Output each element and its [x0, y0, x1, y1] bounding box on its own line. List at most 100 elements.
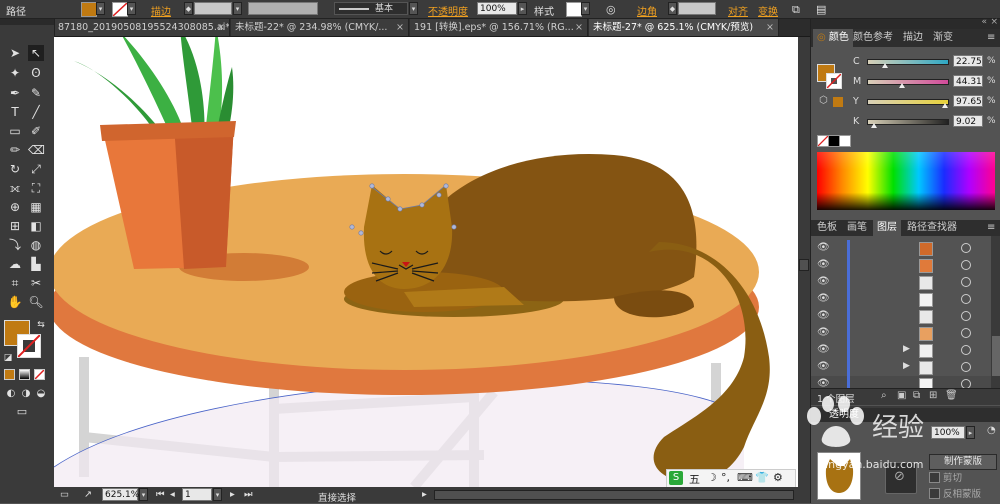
graph-tool-icon[interactable]: ▙	[28, 256, 44, 272]
color-spectrum[interactable]	[817, 152, 995, 210]
tab-document-active[interactable]: 未标题-27* @ 625.1% (CMYK/预览) ×	[589, 19, 779, 36]
zoom-dropdown[interactable]: ▾	[139, 488, 148, 501]
width-tool-icon[interactable]: ⟗	[7, 180, 23, 196]
target-circle-icon[interactable]	[961, 311, 971, 321]
toolbar-grip[interactable]	[0, 19, 54, 25]
invert-mask-checkbox[interactable]	[929, 488, 940, 499]
white-color-icon[interactable]	[839, 135, 851, 147]
stroke-swatch[interactable]	[112, 2, 128, 17]
rectangle-tool-icon[interactable]: ▭	[7, 123, 23, 139]
target-circle-icon[interactable]	[961, 294, 971, 304]
eyedropper-icon[interactable]: ⤵	[7, 237, 23, 253]
make-mask-button[interactable]: 制作蒙版	[929, 454, 997, 470]
transparency-opacity-field[interactable]: 100%	[931, 426, 965, 439]
draw-behind-icon[interactable]: ◑	[18, 386, 34, 402]
collapse-dock-icon[interactable]: «	[981, 17, 987, 27]
channel-value-field[interactable]: 97.65	[953, 95, 983, 107]
prev-artboard-icon[interactable]: ◂	[170, 489, 175, 500]
ime-keyboard-icon[interactable]: ⌨	[737, 471, 753, 484]
visibility-eye-icon[interactable]: 👁︎	[817, 276, 830, 287]
isolate-icon[interactable]: ⧉	[792, 3, 800, 17]
mesh-tool-icon[interactable]: ⊞	[7, 218, 23, 234]
zoom-field[interactable]: 625.1%	[102, 488, 139, 501]
artboard-canvas[interactable]: S 五 ☽ °, ⌨ 👕 ⚙	[54, 37, 798, 487]
curvature-tool-icon[interactable]: ✎	[28, 85, 44, 101]
rotate-tool-icon[interactable]: ↻	[7, 161, 23, 177]
type-tool-icon[interactable]: T	[7, 104, 23, 120]
zoom-menu-icon[interactable]: ▭	[60, 489, 69, 500]
graphic-style-dropdown[interactable]: ▾	[581, 2, 590, 15]
fill-swatch[interactable]	[81, 2, 97, 17]
dock-header[interactable]: « ×	[811, 17, 1000, 29]
visibility-eye-icon[interactable]: 👁︎	[817, 310, 830, 321]
ime-toolbar[interactable]: S 五 ☽ °, ⌨ 👕 ⚙	[666, 469, 796, 487]
target-circle-icon[interactable]	[961, 277, 971, 287]
channel-slider-track[interactable]	[867, 119, 949, 125]
opacity-label[interactable]: 不透明度	[428, 3, 468, 18]
corner-stepper[interactable]: ◆	[668, 2, 677, 15]
layers-scrollbar[interactable]	[991, 236, 1000, 390]
close-icon[interactable]: ×	[575, 19, 583, 36]
ime-logo-icon[interactable]: S	[669, 471, 683, 485]
layer-row[interactable]: 👁︎	[811, 240, 991, 258]
visibility-eye-icon[interactable]: 👁︎	[817, 293, 830, 304]
delete-layer-icon[interactable]: 🗑︎	[945, 390, 958, 401]
visibility-eye-icon[interactable]: 👁︎	[817, 344, 830, 355]
tab-document-3[interactable]: 191 [转换].eps* @ 156.71% (RG... ×	[410, 19, 588, 36]
locate-object-icon[interactable]: ⌕	[881, 390, 887, 401]
visibility-eye-icon[interactable]: 👁︎	[817, 259, 830, 270]
scale-tool-icon[interactable]: ⤢	[28, 161, 44, 177]
brush-dropdown[interactable]: ▾	[409, 2, 418, 15]
align-link[interactable]: 对齐	[728, 3, 748, 18]
transform-link[interactable]: 变换	[758, 3, 778, 18]
artboard-field[interactable]: 1	[182, 488, 212, 501]
layer-row[interactable]: 👁︎	[811, 291, 991, 309]
visibility-eye-icon[interactable]: 👁︎	[817, 327, 830, 338]
stroke-weight-dropdown[interactable]: ▾	[233, 2, 242, 15]
ime-symbol-icon[interactable]: °,	[721, 471, 730, 484]
first-artboard-icon[interactable]: ⏮	[156, 489, 165, 500]
channel-slider-thumb[interactable]	[871, 123, 878, 128]
panel-menu-icon[interactable]: ≡	[983, 220, 999, 236]
horizontal-scroll-thumb[interactable]	[434, 490, 794, 500]
blend-tool-icon[interactable]: ◍	[28, 237, 44, 253]
corner-label[interactable]: 边角	[637, 3, 657, 18]
mask-placeholder[interactable]: ⊘	[885, 462, 917, 494]
more-options-icon[interactable]: ▤	[816, 3, 826, 16]
last-artboard-icon[interactable]: ⏭	[244, 489, 253, 500]
fill-dropdown[interactable]: ▾	[96, 2, 105, 15]
stroke-weight-field[interactable]	[194, 2, 232, 15]
target-circle-icon[interactable]	[961, 260, 971, 270]
clip-checkbox[interactable]	[929, 472, 940, 483]
lasso-icon[interactable]: ʘ	[28, 65, 44, 81]
close-icon[interactable]: ×	[766, 19, 774, 36]
layer-row[interactable]: 👁︎	[811, 325, 991, 343]
opacity-dropdown[interactable]: ▸	[518, 2, 527, 15]
stroke-label[interactable]: 描边	[151, 3, 171, 18]
visibility-eye-icon[interactable]: 👁︎	[817, 361, 830, 372]
default-colors-icon[interactable]: ◪	[0, 350, 16, 366]
layer-row[interactable]: 👁︎	[811, 308, 991, 326]
layer-row[interactable]: 👁︎ ▶	[811, 342, 991, 360]
vertical-scrollbar[interactable]	[798, 37, 810, 487]
opacity-field[interactable]: 100%	[477, 2, 517, 15]
draw-inside-icon[interactable]: ◒	[33, 386, 49, 402]
layer-row[interactable]: 👁︎ ▶	[811, 359, 991, 377]
ime-mode[interactable]: 五	[689, 471, 700, 487]
magic-wand-icon[interactable]: ✦	[7, 65, 23, 81]
swap-colors-icon[interactable]: ⇆	[33, 317, 49, 333]
blend-mode-icon[interactable]: ◔	[987, 425, 996, 436]
direct-selection-tool-icon[interactable]: ↖	[28, 45, 44, 61]
channel-value-field[interactable]: 22.75	[953, 55, 983, 67]
ime-punct-icon[interactable]: ☽	[707, 471, 717, 484]
screen-mode-icon[interactable]: ▭	[14, 404, 30, 420]
channel-slider-track[interactable]	[867, 79, 949, 85]
tab-layers[interactable]: 图层	[873, 220, 901, 236]
stroke-weight-stepper[interactable]: ◆	[184, 2, 193, 15]
target-circle-icon[interactable]	[961, 328, 971, 338]
tab-stroke[interactable]: 描边	[899, 29, 927, 47]
next-artboard-icon[interactable]: ▸	[230, 489, 235, 500]
status-menu-icon[interactable]: ▸	[422, 489, 427, 500]
transparency-opacity-dropdown[interactable]: ▸	[966, 426, 975, 439]
channel-value-field[interactable]: 44.31	[953, 75, 983, 87]
